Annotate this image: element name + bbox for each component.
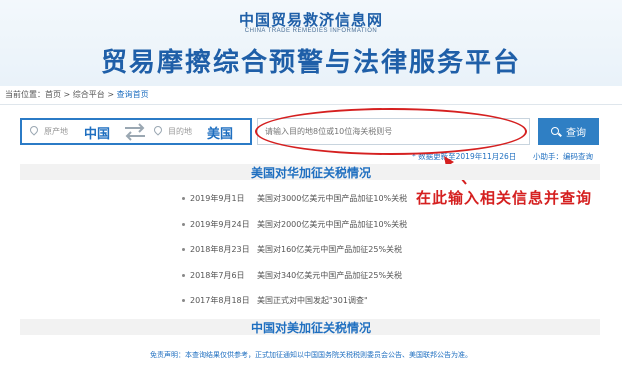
us-tariffs-title: 美国对华加征关税情况: [250, 166, 371, 180]
code-helper-link[interactable]: 小助手：编码查询: [533, 151, 593, 162]
tariff-desc: 美国对2000亿美元中国产品加征10%关税: [257, 219, 408, 229]
breadcrumb-separator: >: [104, 90, 117, 99]
tariff-desc: 美国对3000亿美元中国产品加征10%关税: [257, 194, 408, 203]
tariff-date: 2018年7月6日: [190, 270, 245, 280]
tariff-desc: 美国对160亿美元中国产品加征25%关税: [257, 245, 403, 254]
location-pin-icon: [152, 124, 164, 136]
destination-select[interactable]: 美国: [207, 123, 233, 142]
breadcrumb-prefix: 当前位置：: [5, 90, 45, 99]
breadcrumb-item-home[interactable]: 首页: [45, 90, 61, 99]
site-name-en: CHINA TRADE REMEDIES INFORMATION: [244, 28, 378, 34]
origin-select[interactable]: 中国: [84, 123, 110, 142]
tariff-date: 2019年9月24日: [190, 219, 250, 229]
breadcrumb: 当前位置：首页 > 综合平台 > 查询首页: [5, 89, 149, 100]
tariff-date: 2019年9月1日: [190, 194, 245, 203]
location-pin-icon: [28, 124, 40, 136]
china-tariffs-title: 中国对美加征关税情况: [250, 321, 371, 335]
annotation-text: 在此输入相关信息并查询: [416, 189, 593, 207]
page-header: 中国贸易救济信息网 CHINA TRADE REMEDIES INFORMATI…: [0, 0, 622, 86]
annotation-ellipse: [255, 108, 527, 155]
breadcrumb-item-current[interactable]: 查询首页: [117, 90, 149, 99]
breadcrumb-item-platform[interactable]: 综合平台: [73, 90, 105, 99]
origin-label: 原产地: [44, 127, 68, 136]
tariff-date: 2018年8月23日: [190, 245, 250, 254]
platform-title: 贸易摩擦综合预警与法律服务平台: [100, 48, 521, 78]
query-button[interactable]: 查询: [538, 118, 599, 145]
site-name: 中国贸易救济信息网: [238, 11, 383, 29]
breadcrumb-separator: >: [61, 90, 73, 99]
query-button-label: 查询: [566, 128, 586, 139]
destination-label: 目的地: [168, 127, 192, 136]
country-selector: 原产地 中国 目的地 美国: [20, 118, 252, 145]
divider: [0, 104, 622, 105]
tariff-desc: 美国对340亿美元中国产品加征25%关税: [257, 270, 403, 280]
swap-arrows-icon[interactable]: [124, 123, 146, 141]
tariff-desc: 美国正式对中国发起"301调查": [257, 296, 368, 305]
disclaimer: 免责声明：本查询结果仅供参考，正式加征通知以中国国务院关税税则委员会公告、美国联…: [150, 351, 472, 359]
tariff-date: 2017年8月18日: [190, 296, 250, 305]
search-icon: [551, 126, 561, 137]
